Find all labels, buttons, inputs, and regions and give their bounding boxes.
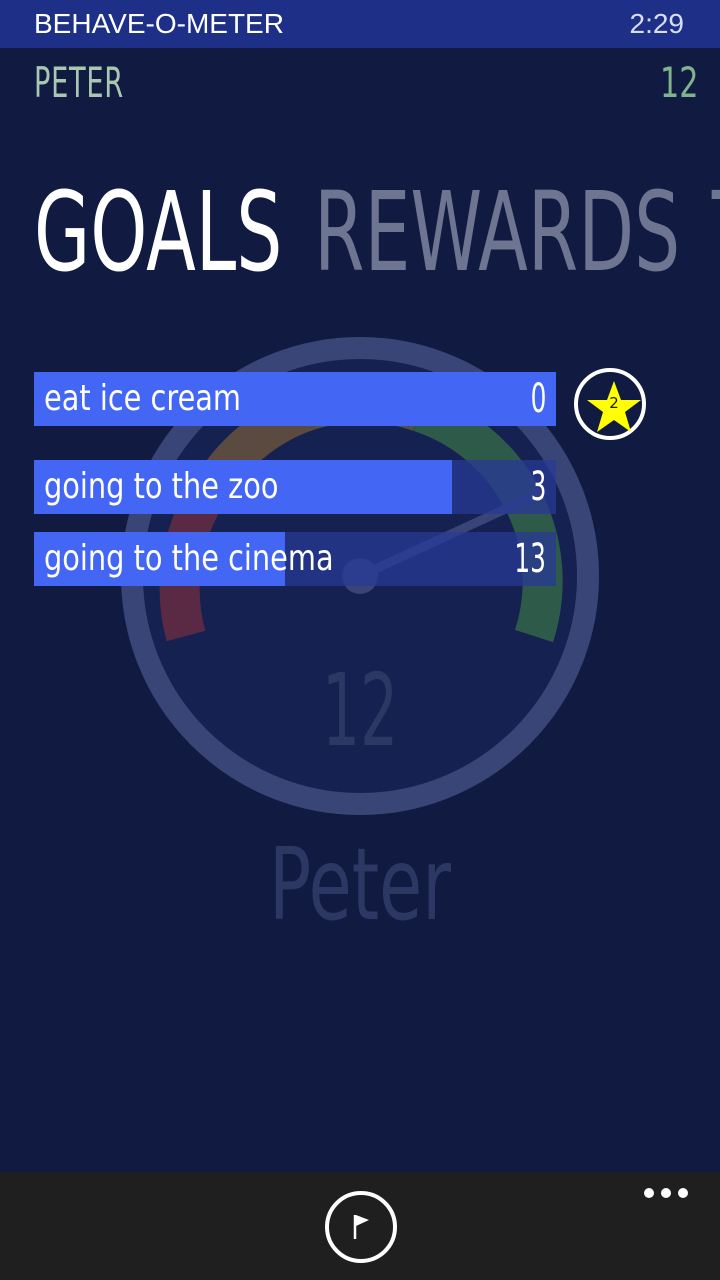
goal-row[interactable]: going to the cinema 13 bbox=[34, 532, 556, 586]
star-badge[interactable]: 2 bbox=[574, 368, 646, 440]
tab-rewards[interactable]: REWARDS bbox=[314, 168, 680, 296]
goal-value: 13 bbox=[514, 536, 546, 582]
more-dots-icon[interactable] bbox=[644, 1186, 688, 1200]
tab-goals[interactable]: GOALS bbox=[34, 168, 282, 296]
clock: 2:29 bbox=[629, 8, 685, 39]
goal-label: going to the zoo bbox=[44, 466, 279, 507]
gauge-name: Peter bbox=[268, 826, 452, 943]
goal-row[interactable]: eat ice cream 0 bbox=[34, 372, 556, 426]
goal-label: going to the cinema bbox=[44, 538, 334, 579]
goal-value: 3 bbox=[530, 464, 546, 510]
child-name: PETER bbox=[34, 58, 124, 107]
header-score: 12 bbox=[659, 58, 698, 107]
goal-label: eat ice cream bbox=[44, 378, 241, 419]
app-bar bbox=[0, 1172, 720, 1280]
flag-icon bbox=[353, 1215, 369, 1239]
pivot-header: GOALSREWARDS TODA bbox=[0, 160, 720, 300]
app-title: BEHAVE-O-METER bbox=[34, 8, 284, 39]
gauge-score: 12 bbox=[321, 652, 399, 769]
goal-value: 0 bbox=[530, 376, 546, 422]
goal-row[interactable]: going to the zoo 3 bbox=[34, 460, 556, 514]
status-bar: BEHAVE-O-METER 2:29 bbox=[0, 0, 720, 48]
tab-today[interactable]: TODA bbox=[712, 168, 720, 296]
flag-button[interactable] bbox=[325, 1191, 397, 1263]
star-count: 2 bbox=[609, 394, 619, 412]
